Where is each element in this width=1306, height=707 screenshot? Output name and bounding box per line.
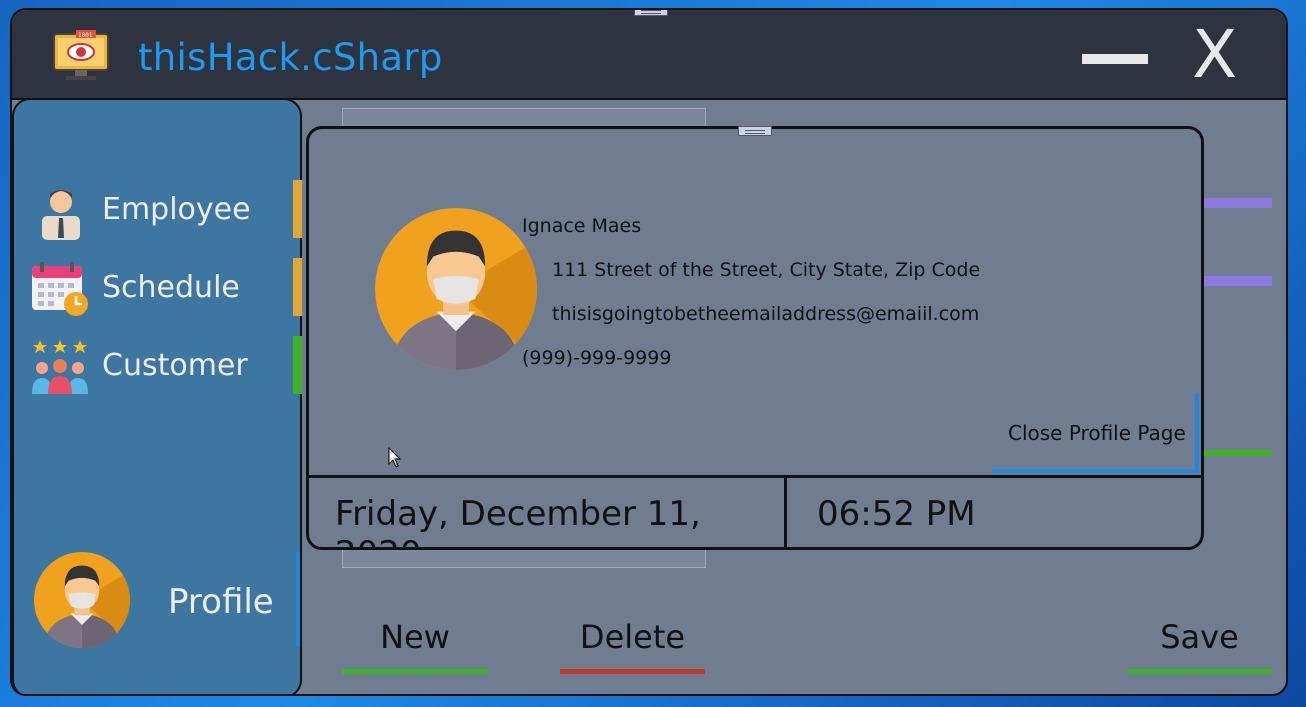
sidebar-item-profile[interactable]: Profile bbox=[34, 552, 304, 652]
new-button-label: New bbox=[380, 618, 450, 656]
new-button-underline bbox=[342, 669, 488, 674]
sidebar-indicator-customer bbox=[293, 336, 302, 394]
card-drag-handle-icon[interactable] bbox=[738, 126, 772, 136]
avatar bbox=[375, 208, 537, 370]
sidebar-item-label: Schedule bbox=[102, 270, 240, 305]
delete-button-underline bbox=[560, 669, 705, 674]
right-accent-bar bbox=[1202, 276, 1272, 286]
sidebar-item-label: Employee bbox=[102, 192, 251, 227]
close-window-button[interactable]: X bbox=[1192, 22, 1237, 88]
sidebar-item-label: Customer bbox=[102, 348, 248, 383]
current-date: Friday, December 11, 2020 bbox=[335, 494, 701, 547]
right-accent-bar bbox=[1202, 198, 1272, 208]
hacker-monitor-logo-icon: 1001 bbox=[53, 30, 109, 80]
svg-text:1001: 1001 bbox=[78, 32, 93, 39]
sidebar-item-employee[interactable]: Employee bbox=[30, 180, 300, 242]
date-time-footer: Friday, December 11, 2020 06:52 PM bbox=[309, 475, 1201, 547]
customers-stars-icon bbox=[32, 340, 88, 394]
save-button-label: Save bbox=[1160, 618, 1239, 656]
right-accent-bar bbox=[1202, 450, 1272, 456]
profile-name: Ignace Maes bbox=[522, 215, 642, 237]
avatar bbox=[34, 552, 130, 648]
sidebar: Employee Schedule Customer Profile bbox=[12, 98, 304, 694]
delete-button[interactable]: Delete bbox=[560, 618, 705, 674]
close-profile-label: Close Profile Page bbox=[1008, 421, 1186, 445]
mouse-cursor-icon bbox=[388, 447, 402, 468]
current-time: 06:52 PM bbox=[817, 494, 976, 534]
profile-card: Ignace Maes 111 Street of the Street, Ci… bbox=[306, 126, 1204, 550]
profile-indicator bbox=[296, 552, 300, 646]
delete-button-label: Delete bbox=[579, 618, 686, 656]
minimize-button[interactable] bbox=[1082, 54, 1148, 64]
save-button[interactable]: Save bbox=[1127, 618, 1272, 674]
profile-label: Profile bbox=[168, 582, 274, 622]
sidebar-item-schedule[interactable]: Schedule bbox=[30, 258, 300, 320]
app-title: thisHack.cSharp bbox=[138, 36, 443, 79]
time-cell: 06:52 PM bbox=[787, 478, 1201, 547]
close-profile-button[interactable]: Close Profile Page bbox=[992, 393, 1199, 473]
profile-email: thisisgoingtobetheemailaddress@emaiil.co… bbox=[552, 303, 980, 325]
sidebar-item-customer[interactable]: Customer bbox=[30, 336, 300, 398]
sidebar-indicator-schedule bbox=[293, 258, 302, 316]
title-bar[interactable]: 1001 thisHack.cSharp X bbox=[12, 10, 1286, 100]
profile-address: 111 Street of the Street, City State, Zi… bbox=[552, 259, 981, 281]
date-cell: Friday, December 11, 2020 bbox=[309, 478, 787, 547]
close-profile-border-right bbox=[1195, 393, 1199, 473]
new-button[interactable]: New bbox=[342, 618, 488, 674]
window-drag-handle-icon[interactable] bbox=[634, 10, 668, 16]
calendar-clock-icon bbox=[32, 262, 88, 316]
close-profile-border-bottom bbox=[992, 469, 1199, 473]
employee-icon bbox=[42, 190, 80, 240]
save-button-underline bbox=[1127, 669, 1272, 674]
profile-phone: (999)-999-9999 bbox=[522, 347, 672, 369]
app-window: 1001 thisHack.cSharp X Employee Schedule… bbox=[10, 8, 1288, 696]
sidebar-indicator-employee bbox=[293, 180, 302, 238]
